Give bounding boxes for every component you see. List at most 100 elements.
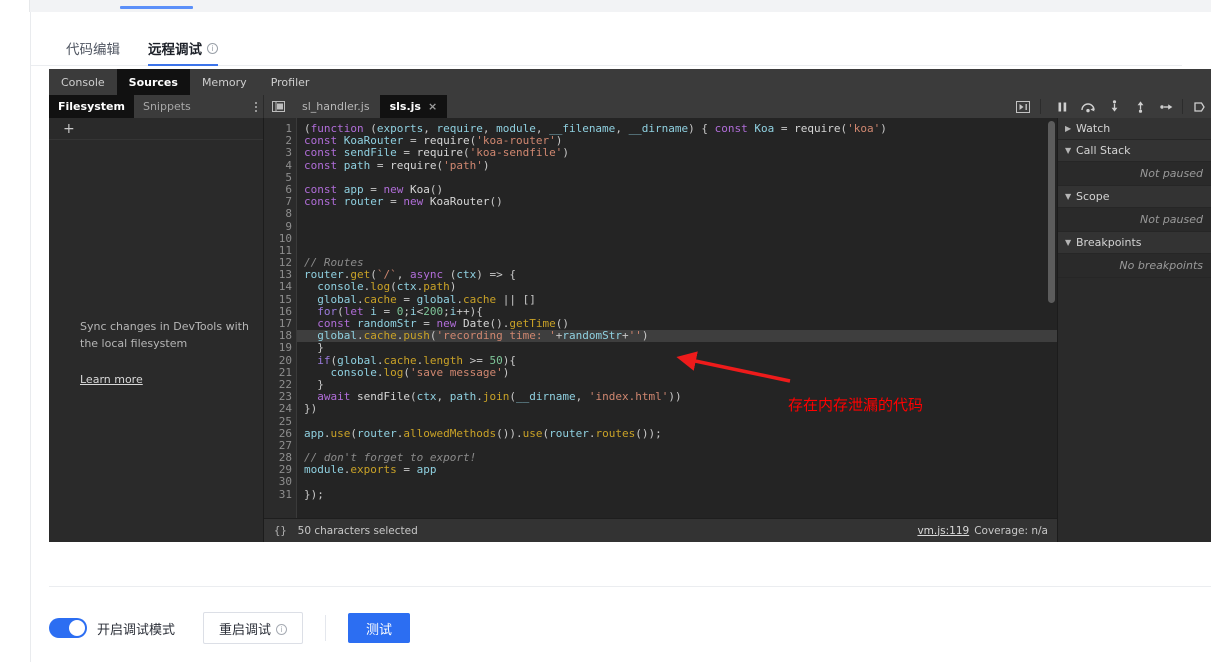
navigator-empty-message: Sync changes in DevTools with the local … [80, 318, 250, 352]
source-origin-link[interactable]: vm.js:119 [917, 525, 969, 537]
tab-code-editor-label: 代码编辑 [66, 38, 120, 58]
step-out-button[interactable] [1127, 95, 1153, 118]
code-line[interactable] [297, 476, 1057, 488]
line-number[interactable]: 30 [264, 476, 297, 488]
devtools-tab-profiler-label: Profiler [271, 76, 310, 89]
code-line[interactable]: }); [297, 489, 1057, 501]
debug-mode-toggle[interactable] [49, 618, 87, 638]
tab-remote-debug[interactable]: 远程调试 i [148, 30, 218, 65]
step-into-button[interactable] [1101, 95, 1127, 118]
breakpoints-status: No breakpoints [1058, 254, 1211, 278]
navigator-pane: + Sync changes in DevTools with the loca… [49, 118, 264, 542]
devtools-main-tabstrip: Console Sources Memory Profiler [49, 69, 1211, 95]
code-line[interactable]: console.log('save message') [297, 367, 1057, 379]
code-line[interactable]: }) [297, 403, 1057, 415]
info-icon[interactable]: i [207, 43, 218, 54]
devtools-tab-memory[interactable]: Memory [190, 69, 259, 95]
debug-mode-toggle-label: 开启调试模式 [97, 619, 175, 638]
devtools-tab-console[interactable]: Console [49, 69, 117, 95]
step-over-button[interactable] [1075, 95, 1101, 118]
devtools-tab-profiler[interactable]: Profiler [259, 69, 322, 95]
code-line[interactable] [297, 221, 1057, 233]
code-line[interactable]: global.cache.push('recording time: '+ran… [297, 330, 1057, 342]
info-icon[interactable]: i [276, 624, 287, 635]
line-number[interactable]: 2 [264, 135, 297, 147]
run-snippet-icon[interactable] [1008, 95, 1038, 118]
vertical-scrollbar[interactable] [1048, 121, 1055, 303]
line-number[interactable]: 9 [264, 221, 297, 233]
navigator-tab-snippets[interactable]: Snippets [134, 95, 200, 118]
sidebar-section-watch[interactable]: ▶ Watch [1058, 118, 1211, 140]
line-number[interactable]: 24 [264, 403, 297, 415]
content-card: 代码编辑 远程调试 i Console Sources Memory [30, 12, 1211, 662]
learn-more-link[interactable]: Learn more [80, 373, 143, 386]
debugger-sidebar: ▶ Watch ▼ Call Stack Not paused ▼ Scope … [1057, 118, 1211, 542]
line-number[interactable]: 4 [264, 160, 297, 172]
file-tab-sl-handler-js-label: sl_handler.js [302, 100, 370, 113]
devtools-tab-memory-label: Memory [202, 76, 247, 89]
line-number[interactable]: 8 [264, 208, 297, 220]
editor-status-bar: {} 50 characters selected vm.js:119 Cove… [264, 518, 1057, 542]
restart-debug-label: 重启调试 [219, 619, 271, 638]
line-number[interactable]: 3 [264, 147, 297, 159]
deactivate-breakpoints-button[interactable] [1186, 95, 1211, 118]
code-line[interactable] [297, 245, 1057, 257]
line-number[interactable]: 19 [264, 342, 297, 354]
devtools-panel: Console Sources Memory Profiler Filesyst… [49, 69, 1211, 542]
file-tabstrip: sl_handler.js sls.js × [264, 95, 1211, 118]
line-number[interactable]: 7 [264, 196, 297, 208]
add-folder-icon[interactable]: + [63, 122, 75, 136]
toggle-knob [69, 620, 85, 636]
tab-code-editor[interactable]: 代码编辑 [66, 30, 120, 65]
sidebar-section-call-stack[interactable]: ▼ Call Stack [1058, 140, 1211, 162]
code-line[interactable] [297, 233, 1057, 245]
line-number[interactable]: 1 [264, 123, 297, 135]
restart-debug-button[interactable]: 重启调试 i [203, 612, 303, 644]
line-number[interactable]: 20 [264, 355, 297, 367]
coverage-status: Coverage: n/a [974, 525, 1048, 537]
footer-divider [49, 586, 1211, 587]
code-line[interactable]: const path = require('path') [297, 160, 1057, 172]
devtools-sub-tabstrip: Filesystem Snippets [49, 95, 1211, 118]
line-number[interactable]: 15 [264, 294, 297, 306]
more-options-icon[interactable] [255, 95, 257, 118]
resume-pause-button[interactable] [1049, 95, 1075, 118]
code-editor-pane: 1234567891011121314151617181920212223242… [264, 118, 1057, 542]
devtools-tab-sources[interactable]: Sources [117, 69, 190, 95]
line-number[interactable]: 31 [264, 489, 297, 501]
code-line[interactable] [297, 208, 1057, 220]
code-line[interactable]: await sendFile(ctx, path.join(__dirname,… [297, 391, 1057, 403]
code-line[interactable]: app.use(router.allowedMethods()).use(rou… [297, 428, 1057, 440]
file-tab-sl-handler-js[interactable]: sl_handler.js [292, 95, 380, 118]
line-numbers: 1234567891011121314151617181920212223242… [264, 123, 297, 501]
line-number[interactable]: 6 [264, 184, 297, 196]
call-stack-status: Not paused [1058, 162, 1211, 186]
code-scroll-area[interactable]: (function (exports, require, module, __f… [297, 118, 1057, 518]
line-number[interactable]: 14 [264, 281, 297, 293]
sidebar-section-call-stack-title: Call Stack [1076, 144, 1130, 157]
selection-status: 50 characters selected [298, 525, 418, 537]
tab-active-underline [148, 64, 218, 66]
step-button[interactable] [1153, 95, 1179, 118]
section-tabbar: 代码编辑 远程调试 i [31, 30, 1182, 66]
sidebar-section-scope[interactable]: ▼ Scope [1058, 186, 1211, 208]
code-lines[interactable]: (function (exports, require, module, __f… [297, 123, 1057, 501]
navigator-tab-filesystem-label: Filesystem [58, 100, 125, 113]
line-number[interactable]: 5 [264, 172, 297, 184]
sidebar-section-breakpoints[interactable]: ▼ Breakpoints [1058, 232, 1211, 254]
test-button[interactable]: 测试 [348, 613, 410, 643]
show-navigator-icon[interactable] [264, 95, 292, 118]
chevron-down-icon: ▼ [1065, 192, 1076, 201]
sidebar-section-scope-title: Scope [1076, 190, 1110, 203]
code-line[interactable]: module.exports = app [297, 464, 1057, 476]
navigator-toolbar: + [49, 118, 263, 140]
line-number[interactable]: 25 [264, 416, 297, 428]
code-line[interactable]: console.log(ctx.path) [297, 281, 1057, 293]
scope-status: Not paused [1058, 208, 1211, 232]
code-line[interactable]: const router = new KoaRouter() [297, 196, 1057, 208]
close-icon[interactable]: × [428, 100, 437, 113]
navigator-tab-filesystem[interactable]: Filesystem [49, 95, 134, 118]
pretty-print-icon[interactable]: {} [274, 525, 287, 537]
file-tab-sls-js[interactable]: sls.js × [380, 95, 448, 118]
footer-separator [325, 615, 326, 641]
